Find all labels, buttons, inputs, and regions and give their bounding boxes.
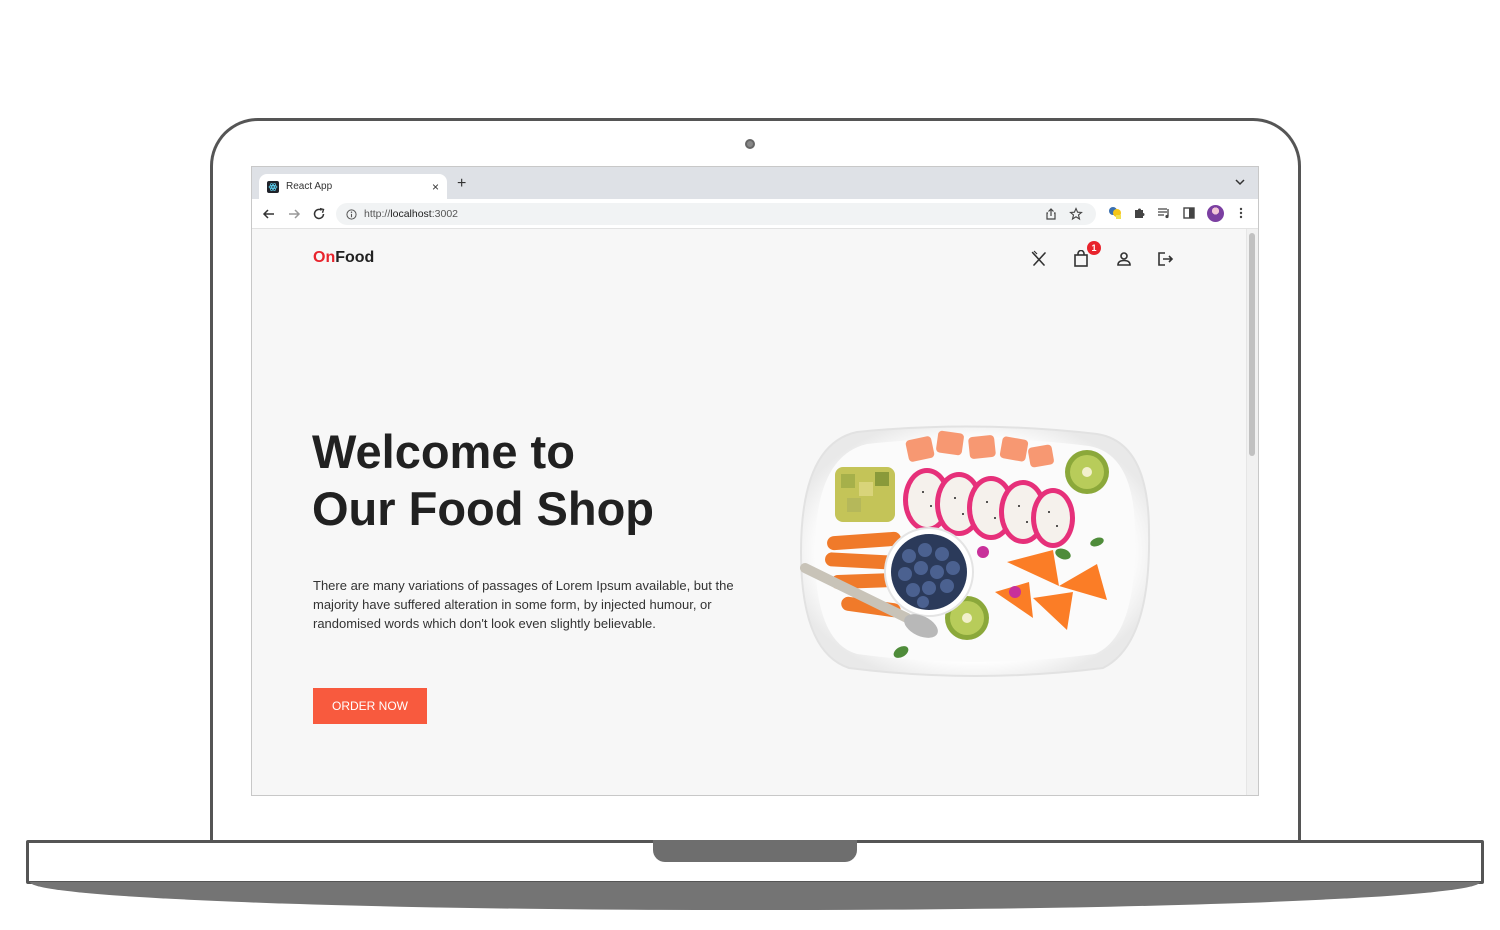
- info-icon[interactable]: [346, 208, 357, 220]
- browser-toolbar: http://localhost:3002: [252, 199, 1258, 229]
- address-bar[interactable]: http://localhost:3002: [336, 203, 1096, 225]
- media-icon[interactable]: [1157, 206, 1171, 220]
- react-favicon-icon: [267, 180, 279, 193]
- forward-arrow-icon[interactable]: [287, 207, 301, 221]
- fork-knife-icon[interactable]: [1030, 250, 1048, 268]
- hero-title-line-2: Our Food Shop: [312, 482, 654, 535]
- shopping-bag-icon[interactable]: [1072, 250, 1090, 268]
- extension-icon[interactable]: [1108, 206, 1122, 220]
- hero-description: There are many variations of passages of…: [313, 578, 734, 631]
- hero-title: Welcome to Our Food Shop: [312, 423, 752, 537]
- laptop-notch: [653, 840, 857, 862]
- back-arrow-icon[interactable]: [262, 207, 276, 221]
- logo-text: Food: [335, 249, 375, 266]
- menu-dots-icon[interactable]: [1234, 206, 1248, 220]
- url-host: localhost: [390, 208, 432, 220]
- url-text: http://localhost:3002: [364, 208, 458, 220]
- url-scheme: http://: [364, 208, 391, 220]
- chevron-down-icon[interactable]: [1234, 176, 1246, 188]
- profile-avatar[interactable]: [1207, 205, 1224, 222]
- tab-close-icon[interactable]: ×: [432, 181, 439, 193]
- scrollbar-thumb[interactable]: [1249, 233, 1255, 456]
- laptop-bottom: [30, 882, 1480, 910]
- order-now-button[interactable]: ORDER NOW: [313, 688, 427, 724]
- tab-react-app[interactable]: React App ×: [259, 174, 447, 199]
- puzzle-icon[interactable]: [1132, 206, 1146, 220]
- logo-accent: On: [313, 249, 336, 266]
- user-icon[interactable]: [1115, 250, 1133, 268]
- new-tab-button[interactable]: +: [457, 176, 466, 192]
- share-icon[interactable]: [1044, 207, 1058, 221]
- page-content: OnFood 1 Welcome to Our Food Shop There …: [252, 229, 1248, 795]
- fruit-platter-image: [799, 425, 1151, 677]
- logout-icon[interactable]: [1156, 250, 1174, 268]
- site-logo[interactable]: OnFood: [313, 249, 374, 267]
- tab-title: React App: [286, 181, 333, 192]
- webcam: [745, 139, 755, 149]
- hero-title-line-1: Welcome to: [312, 425, 575, 478]
- browser-window: React App × + http://localhost:3002 OnFo…: [251, 166, 1259, 796]
- reload-icon[interactable]: [312, 207, 326, 221]
- cart-count-badge: 1: [1087, 241, 1101, 255]
- tab-strip: React App × +: [252, 167, 1258, 199]
- url-port: :3002: [431, 208, 458, 220]
- sidebar-icon[interactable]: [1182, 206, 1196, 220]
- star-icon[interactable]: [1069, 207, 1083, 221]
